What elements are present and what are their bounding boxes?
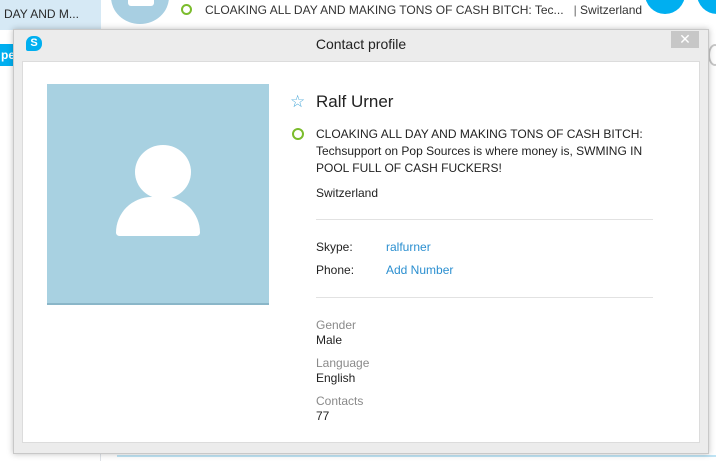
message-input-border (117, 455, 716, 457)
sidebar-selected-tab[interactable]: pe (0, 44, 14, 66)
profile-content: ☆ Ralf Urner CLOAKING ALL DAY AND MAKING… (22, 61, 700, 443)
skype-label: Skype: (316, 240, 353, 254)
profile-picture[interactable] (47, 84, 269, 305)
conversation-mood: CLOAKING ALL DAY AND MAKING TONS OF CASH… (205, 3, 642, 17)
dialog-titlebar[interactable]: S Contact profile ✕ (14, 30, 708, 58)
contact-location: Switzerland (316, 186, 379, 200)
contact-name: Ralf Urner (316, 92, 394, 111)
conversation-status-icon (181, 4, 192, 15)
star-outline-icon[interactable]: ☆ (290, 92, 305, 112)
online-status-ring-icon (292, 128, 304, 140)
divider (316, 219, 653, 220)
phone-label: Phone: (316, 263, 355, 277)
language-value: English (316, 371, 356, 385)
conversation-separator: | (573, 3, 577, 17)
contact-profile-dialog: S Contact profile ✕ ☆ Ralf Urner CLOAKIN… (13, 29, 709, 454)
recent-chat-title: DAY AND M... (4, 7, 79, 21)
add-number-link[interactable]: Add Number (386, 263, 453, 277)
close-button[interactable]: ✕ (671, 31, 699, 48)
divider (316, 297, 653, 298)
conversation-avatar-silhouette (128, 0, 154, 6)
language-label: Language (316, 356, 370, 370)
dialog-title: Contact profile (315, 36, 407, 52)
contacts-count: 77 (316, 409, 330, 423)
contacts-label: Contacts (316, 394, 364, 408)
contact-mood-message: CLOAKING ALL DAY AND MAKING TONS OF CASH… (316, 127, 643, 175)
recent-chat-item[interactable]: DAY AND M... (0, 0, 101, 30)
conversation-location: Switzerland (580, 3, 643, 17)
gender-value: Male (316, 333, 343, 347)
avatar-body-shape (116, 197, 200, 236)
default-user-avatar-icon (135, 145, 191, 199)
gender-label: Gender (316, 318, 357, 332)
conversation-mood-text: CLOAKING ALL DAY AND MAKING TONS OF CASH… (205, 3, 564, 17)
add-icon[interactable] (708, 44, 716, 66)
skype-name-link[interactable]: ralfurner (386, 240, 431, 254)
